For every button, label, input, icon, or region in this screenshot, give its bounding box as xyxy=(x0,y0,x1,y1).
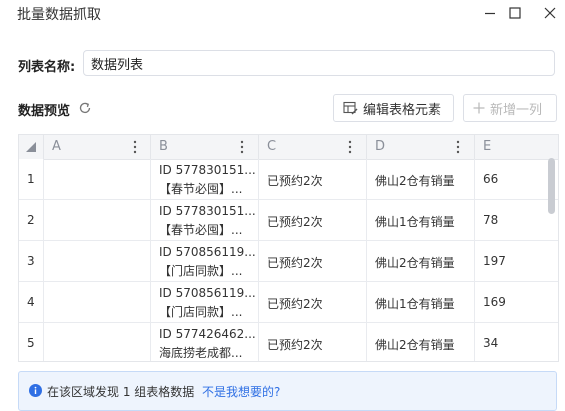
table-cell-d[interactable]: 佛山1仓有销量 xyxy=(367,282,475,322)
column-letter: B xyxy=(159,139,168,154)
table-cell-c[interactable]: 已预约2次 xyxy=(259,241,367,281)
detection-notice: 在该区域发现 1 组表格数据 不是我想要的? xyxy=(18,371,557,411)
table-cell-b[interactable]: ID 570856119... 【门店同款】... xyxy=(151,241,259,281)
table-row: 2 ID 577830151... 【春节必囤】... 已预约2次 佛山1仓有销量… xyxy=(19,200,558,241)
column-menu-icon[interactable] xyxy=(455,140,461,154)
column-header-b[interactable]: B xyxy=(151,135,259,159)
table-row: 3 ID 570856119... 【门店同款】... 已预约2次 佛山2仓有销量… xyxy=(19,241,558,282)
table-cell-e[interactable]: 66 xyxy=(475,159,558,199)
column-letter: C xyxy=(267,139,277,154)
table-cell-e[interactable]: 169 xyxy=(475,282,558,322)
add-column-button[interactable]: 新增一列 xyxy=(463,94,557,122)
column-header-d[interactable]: D xyxy=(367,135,475,159)
add-column-label: 新增一列 xyxy=(490,102,543,118)
table-cell-d[interactable]: 佛山2仓有销量 xyxy=(367,159,475,199)
table-cell-b[interactable]: ID 570856119... 【门店同款】... xyxy=(151,282,259,322)
not-wanted-link[interactable]: 不是我想要的? xyxy=(202,383,280,400)
minimize-icon xyxy=(485,12,495,15)
table-cell-b[interactable]: ID 577830151... 【春节必囤】... xyxy=(151,159,259,199)
table-row: 5 ID 577426462... 海底捞老成都... 已预约2次 佛山2仓有销量… xyxy=(19,323,558,361)
title-bar: 批量数据抓取 xyxy=(0,0,565,26)
plus-icon xyxy=(473,102,485,114)
table-row: 4 ID 570856119... 【门店同款】... 已预约2次 佛山1仓有销量… xyxy=(19,282,558,323)
table-cell-e[interactable]: 78 xyxy=(475,200,558,240)
row-index[interactable]: 3 xyxy=(19,241,44,281)
column-menu-icon[interactable] xyxy=(239,140,245,154)
info-icon xyxy=(29,384,42,397)
close-button[interactable] xyxy=(539,2,561,24)
window-title: 批量数据抓取 xyxy=(17,7,101,23)
row-index[interactable]: 5 xyxy=(19,323,44,361)
table-cell-b[interactable]: ID 577830151... 【春节必囤】... xyxy=(151,200,259,240)
close-icon xyxy=(544,7,556,19)
refresh-icon[interactable] xyxy=(78,100,92,114)
column-header-c[interactable]: C xyxy=(259,135,367,159)
notice-text: 在该区域发现 1 组表格数据 xyxy=(47,385,195,399)
edit-table-icon xyxy=(343,101,358,115)
column-header-a[interactable]: A xyxy=(44,135,151,159)
table-cell-c[interactable]: 已预约2次 xyxy=(259,323,367,361)
column-menu-icon[interactable] xyxy=(132,140,138,154)
row-index[interactable]: 2 xyxy=(19,200,44,240)
table-header: A B C D E xyxy=(19,135,558,160)
column-letter: A xyxy=(52,139,61,154)
table-cell-d[interactable]: 佛山2仓有销量 xyxy=(367,323,475,361)
table-cell-a[interactable] xyxy=(44,323,151,361)
table-cell-d[interactable]: 佛山1仓有销量 xyxy=(367,200,475,240)
table-cell-b[interactable]: ID 577426462... 海底捞老成都... xyxy=(151,323,259,361)
column-letter: D xyxy=(375,139,386,154)
table-cell-a[interactable] xyxy=(44,241,151,281)
table-cell-a[interactable] xyxy=(44,159,151,199)
table-cell-c[interactable]: 已预约2次 xyxy=(259,282,367,322)
table-cell-c[interactable]: 已预约2次 xyxy=(259,159,367,199)
select-all-corner[interactable] xyxy=(19,135,44,159)
column-letter: E xyxy=(483,139,492,154)
table-cell-a[interactable] xyxy=(44,282,151,322)
table-row: 1 ID 577830151... 【春节必囤】... 已预约2次 佛山2仓有销量… xyxy=(19,159,558,200)
table-cell-c[interactable]: 已预约2次 xyxy=(259,200,367,240)
column-header-e[interactable]: E xyxy=(475,135,558,159)
preview-label: 数据预览 xyxy=(18,104,71,119)
data-preview-table: A B C D E 1 ID 577830151... 【春节必囤】... 已预约… xyxy=(18,134,559,362)
maximize-icon xyxy=(509,7,521,19)
maximize-button[interactable] xyxy=(504,2,526,24)
table-cell-e[interactable]: 34 xyxy=(475,323,558,361)
row-index[interactable]: 4 xyxy=(19,282,44,322)
edit-table-label: 编辑表格元素 xyxy=(363,102,442,118)
table-scrollbar[interactable] xyxy=(548,158,555,214)
minimize-button[interactable] xyxy=(479,2,501,24)
table-cell-d[interactable]: 佛山2仓有销量 xyxy=(367,241,475,281)
table-cell-a[interactable] xyxy=(44,200,151,240)
edit-table-elements-button[interactable]: 编辑表格元素 xyxy=(333,94,454,122)
column-menu-icon[interactable] xyxy=(347,140,353,154)
list-name-input[interactable] xyxy=(83,50,555,76)
corner-triangle-icon xyxy=(26,142,36,152)
table-cell-e[interactable]: 197 xyxy=(475,241,558,281)
row-index[interactable]: 1 xyxy=(19,159,44,199)
list-name-label: 列表名称: xyxy=(18,60,76,75)
